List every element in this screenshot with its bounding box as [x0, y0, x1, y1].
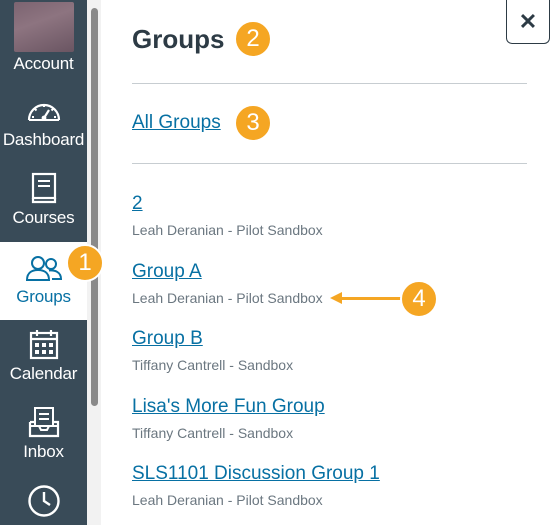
nav-item-calendar[interactable]: Calendar — [0, 322, 87, 398]
nav-label-dashboard: Dashboard — [2, 130, 85, 149]
group-course-label: Leah Deranian - Pilot Sandbox — [132, 492, 323, 508]
all-groups-link[interactable]: All Groups — [132, 112, 221, 134]
callout-arrow-line — [340, 297, 402, 300]
screen: Account Dashboard Courses Groups Calenda… — [0, 0, 550, 525]
nav-scrollbar-thumb[interactable] — [91, 8, 98, 406]
group-course-label: Leah Deranian - Pilot Sandbox — [132, 290, 323, 306]
history-clock-icon — [27, 485, 60, 517]
divider — [132, 163, 527, 164]
tray-title: Groups — [132, 24, 225, 54]
callout-badge: 1 — [66, 244, 104, 282]
nav-label-courses: Courses — [12, 208, 75, 227]
callout-arrow-head — [330, 292, 342, 304]
nav-item-history[interactable] — [0, 478, 87, 525]
group-link[interactable]: 2 — [132, 193, 143, 215]
nav-label-calendar: Calendar — [9, 364, 78, 383]
nav-label-account: Account — [13, 54, 74, 73]
group-link[interactable]: Group A — [132, 261, 202, 283]
groups-icon — [25, 256, 62, 281]
nav-item-inbox[interactable]: Inbox — [0, 400, 87, 476]
group-course-label: Tiffany Cantrell - Sandbox — [132, 425, 294, 441]
calendar-icon — [29, 330, 58, 360]
callout-badge: 4 — [400, 280, 438, 318]
close-icon: ✕ — [518, 8, 538, 34]
avatar — [13, 2, 74, 52]
inbox-icon — [28, 407, 59, 438]
group-course-label: Tiffany Cantrell - Sandbox — [132, 357, 294, 373]
close-tray-button[interactable]: ✕ — [506, 0, 550, 44]
nav-label-groups: Groups — [16, 287, 71, 306]
callout-badge: 3 — [234, 104, 272, 142]
nav-item-account[interactable]: Account — [0, 0, 87, 80]
nav-item-courses[interactable]: Courses — [0, 164, 87, 240]
dashboard-icon — [27, 103, 60, 121]
divider — [132, 83, 527, 84]
nav-item-dashboard[interactable]: Dashboard — [0, 86, 87, 162]
group-link[interactable]: Group B — [132, 328, 203, 350]
group-link[interactable]: SLS1101 Discussion Group 1 — [132, 463, 380, 485]
group-course-label: Leah Deranian - Pilot Sandbox — [132, 222, 323, 238]
nav-label-inbox: Inbox — [23, 442, 64, 461]
courses-icon — [31, 172, 56, 204]
callout-badge: 2 — [234, 20, 272, 58]
group-link[interactable]: Lisa's More Fun Group — [132, 396, 325, 418]
